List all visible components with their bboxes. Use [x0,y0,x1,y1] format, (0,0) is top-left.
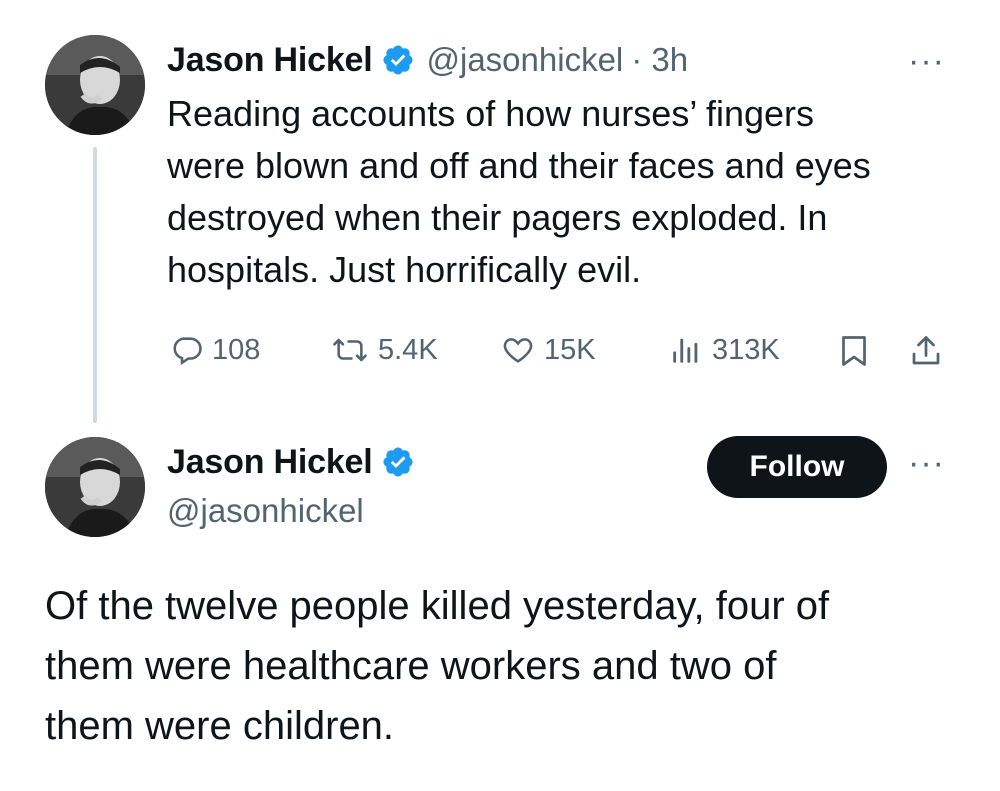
reply-bubble-icon [173,337,202,366]
tweet-text-line: hospitals. Just horrifically evil. [167,249,642,290]
author-name[interactable]: Jason Hickel [167,41,373,80]
avatar-photo [45,437,145,537]
main-tweet-author: Jason Hickel [167,440,415,484]
reply-tweet-text: Reading accounts of how nurses’ fingers … [167,88,967,296]
follow-button[interactable]: Follow [707,436,887,498]
tweet-text-line: were blown and off and their faces and e… [167,145,871,186]
tweet-action-bar: 108 5.4K 15K 313K [0,333,1000,373]
more-options-icon[interactable]: ··· [908,44,945,78]
share-icon [912,336,940,365]
main-tweet-text: Of the twelve people killed yesterday, f… [45,576,975,756]
repost-icon [333,338,367,362]
tweet-text-line: destroyed when their pagers exploded. In [167,197,828,238]
reply-button[interactable]: 108 [170,333,260,367]
avatar[interactable] [45,35,145,135]
more-options-icon[interactable]: ··· [908,446,945,480]
thread-connector-line [93,147,97,423]
verified-badge-icon [382,447,413,477]
tweet-timestamp[interactable]: · 3h [631,41,688,79]
author-handle[interactable]: @jasonhickel [427,41,624,79]
repost-count: 5.4K [378,333,438,366]
repost-button[interactable]: 5.4K [330,333,438,367]
tweet-text-line: Reading accounts of how nurses’ fingers [167,93,815,134]
reply-tweet-header: Jason Hickel @jasonhickel · 3h [167,38,688,82]
heart-icon [503,338,533,363]
views-count: 313K [712,333,780,366]
like-button[interactable]: 15K [500,333,596,367]
verified-badge-icon [382,45,413,75]
reply-count: 108 [212,333,261,366]
tweet-text-line: Of the twelve people killed yesterday, f… [45,584,830,628]
avatar[interactable] [45,437,145,537]
views-button[interactable]: 313K [668,333,780,367]
tweet-text-line: them were healthcare workers and two of [45,644,777,688]
avatar-photo [45,35,145,135]
share-button[interactable] [908,333,944,369]
author-name[interactable]: Jason Hickel [167,443,373,482]
author-handle[interactable]: @jasonhickel [167,492,364,530]
bookmark-button[interactable] [836,333,872,369]
tweet-text-line: them were children. [45,704,395,748]
like-count: 15K [544,333,596,366]
bookmark-icon [842,336,866,366]
views-bars-icon [673,338,698,363]
